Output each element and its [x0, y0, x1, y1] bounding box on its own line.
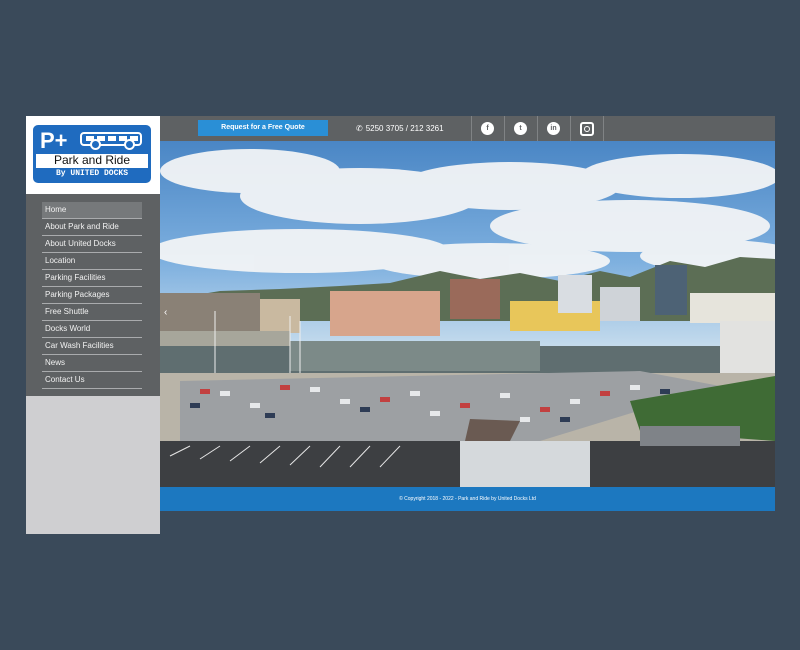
top-bar: Request for a Free Quote ✆ 5250 3705 / 21… [160, 116, 775, 141]
logo-area[interactable]: P+ Park and Ride By UNITED DOCKS [26, 116, 160, 194]
footer-copyright: © Copyright 2018 - 2022 - Park and Ride … [160, 487, 775, 511]
facebook-icon: f [481, 122, 494, 135]
nav-item-location[interactable]: Location [42, 253, 142, 270]
linkedin-link[interactable]: in [537, 116, 570, 141]
nav-item-about-park-and-ride[interactable]: About Park and Ride [42, 219, 142, 236]
nav-item-contact-us[interactable]: Contact Us [42, 372, 142, 389]
logo-name: Park and Ride [53, 153, 131, 167]
hero-slideshow: ‹ [160, 141, 775, 487]
bus-icon [80, 132, 142, 150]
instagram-icon [580, 122, 594, 136]
phone-icon: ✆ [356, 124, 363, 133]
nav-item-news[interactable]: News [42, 355, 142, 372]
nav-item-parking-packages[interactable]: Parking Packages [42, 287, 142, 304]
main-nav: Home About Park and Ride About United Dock… [42, 202, 142, 389]
logo-subtitle: By UNITED DOCKS [36, 168, 148, 180]
nav-item-free-shuttle[interactable]: Free Shuttle [42, 304, 142, 321]
nav-item-home[interactable]: Home [42, 202, 142, 219]
nav-item-about-united-docks[interactable]: About United Docks [42, 236, 142, 253]
harbour-parking-photo [160, 149, 775, 487]
linkedin-icon: in [547, 122, 560, 135]
facebook-link[interactable]: f [471, 116, 504, 141]
chevron-left-icon[interactable]: ‹ [164, 307, 167, 318]
sidebar: P+ Park and Ride By UNITED DOCKS Home Abo… [26, 116, 160, 534]
request-quote-button[interactable]: Request for a Free Quote [198, 120, 328, 136]
twitter-icon: t [514, 122, 527, 135]
phone-text: 5250 3705 / 212 3261 [365, 124, 444, 133]
park-and-ride-logo[interactable]: P+ Park and Ride By UNITED DOCKS [33, 125, 151, 183]
logo-prefix: P+ [40, 128, 68, 153]
nav-item-docks-world[interactable]: Docks World [42, 321, 142, 338]
instagram-link[interactable] [570, 116, 604, 141]
nav-item-car-wash-facilities[interactable]: Car Wash Facilities [42, 338, 142, 355]
nav-item-parking-facilities[interactable]: Parking Facilities [42, 270, 142, 287]
logo-banner: P+ [36, 128, 148, 154]
twitter-link[interactable]: t [504, 116, 537, 141]
phone-number[interactable]: ✆ 5250 3705 / 212 3261 [356, 116, 444, 141]
